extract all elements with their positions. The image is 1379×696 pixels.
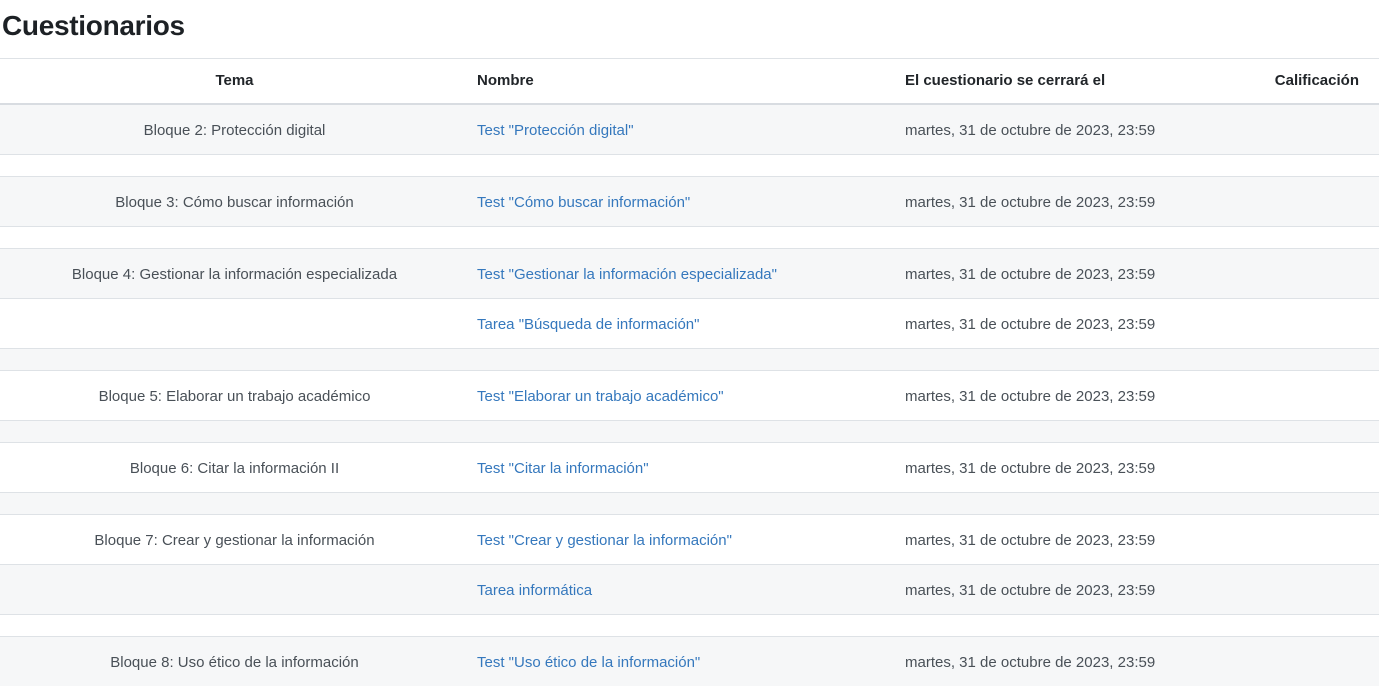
activity-link[interactable]: Tarea informática: [477, 582, 592, 599]
column-header-calificacion: Calificación: [1180, 59, 1379, 105]
calificacion-cell: [1180, 515, 1379, 565]
nombre-cell: Test "Crear y gestionar la información": [469, 515, 897, 565]
spacer-row: [0, 155, 1379, 177]
spacer-cell: [0, 227, 1379, 249]
calificacion-cell: [1180, 104, 1379, 155]
nombre-cell: Test "Gestionar la información especiali…: [469, 249, 897, 299]
calificacion-cell: [1180, 443, 1379, 493]
table-row: Tarea informática martes, 31 de octubre d…: [0, 565, 1379, 615]
tema-cell: [0, 299, 469, 349]
spacer-row: [0, 493, 1379, 515]
table-row: Bloque 8: Uso ético de la información Tes…: [0, 637, 1379, 687]
header-row: Tema Nombre El cuestionario se cerrará e…: [0, 59, 1379, 105]
cierre-cell: martes, 31 de octubre de 2023, 23:59: [897, 299, 1180, 349]
activity-link[interactable]: Test "Protección digital": [477, 122, 634, 139]
nombre-cell: Tarea "Búsqueda de información": [469, 299, 897, 349]
quiz-table-header: Tema Nombre El cuestionario se cerrará e…: [0, 59, 1379, 105]
table-row: Bloque 6: Citar la información II Test "C…: [0, 443, 1379, 493]
cierre-cell: martes, 31 de octubre de 2023, 23:59: [897, 104, 1180, 155]
tema-cell: [0, 565, 469, 615]
tema-cell: Bloque 2: Protección digital: [0, 104, 469, 155]
spacer-row: [0, 615, 1379, 637]
table-row: Bloque 7: Crear y gestionar la informaci…: [0, 515, 1379, 565]
cierre-cell: martes, 31 de octubre de 2023, 23:59: [897, 443, 1180, 493]
nombre-cell: Test "Elaborar un trabajo académico": [469, 371, 897, 421]
nombre-cell: Test "Citar la información": [469, 443, 897, 493]
cierre-cell: martes, 31 de octubre de 2023, 23:59: [897, 565, 1180, 615]
nombre-cell: Test "Uso ético de la información": [469, 637, 897, 687]
spacer-cell: [0, 155, 1379, 177]
calificacion-cell: [1180, 565, 1379, 615]
calificacion-cell: [1180, 249, 1379, 299]
spacer-row: [0, 227, 1379, 249]
tema-cell: Bloque 5: Elaborar un trabajo académico: [0, 371, 469, 421]
cierre-cell: martes, 31 de octubre de 2023, 23:59: [897, 177, 1180, 227]
activity-link[interactable]: Test "Cómo buscar información": [477, 194, 690, 211]
activity-link[interactable]: Test "Citar la información": [477, 460, 649, 477]
table-row: Bloque 3: Cómo buscar información Test "C…: [0, 177, 1379, 227]
tema-cell: Bloque 3: Cómo buscar información: [0, 177, 469, 227]
page-title: Cuestionarios: [2, 9, 1379, 43]
cierre-cell: martes, 31 de octubre de 2023, 23:59: [897, 249, 1180, 299]
calificacion-cell: [1180, 637, 1379, 687]
tema-cell: Bloque 8: Uso ético de la información: [0, 637, 469, 687]
tema-cell: Bloque 6: Citar la información II: [0, 443, 469, 493]
spacer-cell: [0, 493, 1379, 515]
table-row: Tarea "Búsqueda de información" martes, 3…: [0, 299, 1379, 349]
spacer-cell: [0, 349, 1379, 371]
cierre-cell: martes, 31 de octubre de 2023, 23:59: [897, 515, 1180, 565]
table-row: Bloque 2: Protección digital Test "Protec…: [0, 104, 1379, 155]
spacer-cell: [0, 421, 1379, 443]
nombre-cell: Test "Protección digital": [469, 104, 897, 155]
nombre-cell: Test "Cómo buscar información": [469, 177, 897, 227]
calificacion-cell: [1180, 177, 1379, 227]
table-row: Bloque 4: Gestionar la información espec…: [0, 249, 1379, 299]
table-row: Bloque 5: Elaborar un trabajo académico T…: [0, 371, 1379, 421]
tema-cell: Bloque 4: Gestionar la información espec…: [0, 249, 469, 299]
column-header-tema: Tema: [0, 59, 469, 105]
spacer-row: [0, 421, 1379, 443]
calificacion-cell: [1180, 299, 1379, 349]
activity-link[interactable]: Tarea "Búsqueda de información": [477, 316, 699, 333]
spacer-cell: [0, 615, 1379, 637]
activity-link[interactable]: Test "Crear y gestionar la información": [477, 532, 732, 549]
nombre-cell: Tarea informática: [469, 565, 897, 615]
quiz-table-body: Bloque 2: Protección digital Test "Protec…: [0, 104, 1379, 686]
column-header-nombre: Nombre: [469, 59, 897, 105]
activity-link[interactable]: Test "Gestionar la información especiali…: [477, 266, 777, 283]
spacer-row: [0, 349, 1379, 371]
activity-link[interactable]: Test "Elaborar un trabajo académico": [477, 388, 724, 405]
quiz-table: Tema Nombre El cuestionario se cerrará e…: [0, 58, 1379, 686]
tema-cell: Bloque 7: Crear y gestionar la informaci…: [0, 515, 469, 565]
cierre-cell: martes, 31 de octubre de 2023, 23:59: [897, 371, 1180, 421]
cierre-cell: martes, 31 de octubre de 2023, 23:59: [897, 637, 1180, 687]
calificacion-cell: [1180, 371, 1379, 421]
activity-link[interactable]: Test "Uso ético de la información": [477, 654, 700, 671]
column-header-cierre: El cuestionario se cerrará el: [897, 59, 1180, 105]
